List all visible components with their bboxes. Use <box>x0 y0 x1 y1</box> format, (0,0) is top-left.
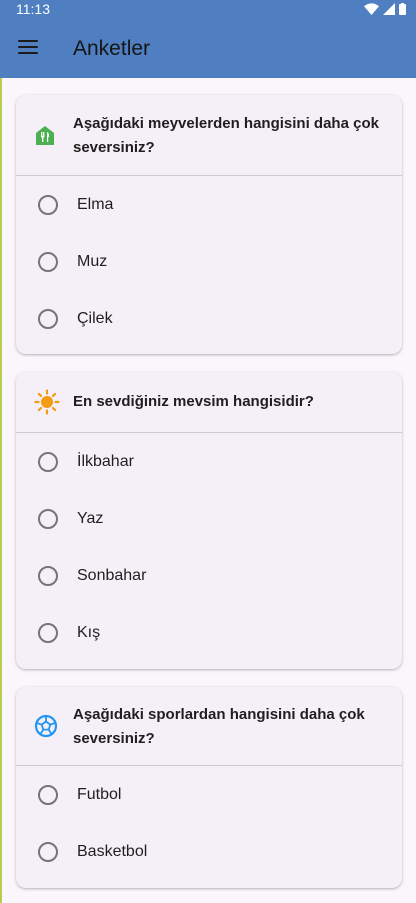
poll-option[interactable]: Elma <box>16 176 402 233</box>
poll-card-fruits: Aşağıdaki meyvelerden hangisini daha çok… <box>16 95 402 354</box>
poll-option[interactable]: Basketbol <box>16 823 402 880</box>
radio-button[interactable] <box>38 508 58 529</box>
option-label: Kış <box>77 623 101 641</box>
sun-icon <box>34 389 60 415</box>
poll-question: En sevdiğiniz mevsim hangisidir? <box>73 393 314 410</box>
radio-button[interactable] <box>38 251 58 272</box>
restaurant-icon <box>36 126 54 145</box>
option-label: Çilek <box>77 309 113 327</box>
poll-option[interactable]: Çilek <box>16 290 402 347</box>
soccer-ball-icon <box>34 714 58 738</box>
option-label: Basketbol <box>77 842 148 860</box>
menu-icon[interactable] <box>18 40 38 56</box>
status-time: 11:13 <box>16 1 50 17</box>
poll-option[interactable]: Muz <box>16 233 402 290</box>
signal-icon <box>383 3 395 15</box>
radio-button[interactable] <box>38 308 58 329</box>
poll-option[interactable]: Kış <box>16 604 402 661</box>
radio-button[interactable] <box>38 841 58 862</box>
left-edge-accent <box>0 0 2 903</box>
poll-header: En sevdiğiniz mevsim hangisidir? <box>16 372 402 433</box>
radio-button[interactable] <box>38 784 58 805</box>
poll-header: Aşağıdaki meyvelerden hangisini daha çok… <box>16 95 402 176</box>
app-bar: Anketler <box>0 20 416 78</box>
radio-button[interactable] <box>38 622 58 643</box>
poll-header: Aşağıdaki sporlardan hangisini daha çok … <box>16 687 402 766</box>
poll-question: Aşağıdaki meyvelerden hangisini daha çok… <box>73 115 379 156</box>
wifi-icon <box>364 3 379 15</box>
poll-card-seasons: En sevdiğiniz mevsim hangisidir? İlkbaha… <box>16 372 402 669</box>
radio-button[interactable] <box>38 565 58 586</box>
status-bar: 11:13 <box>0 0 416 20</box>
poll-card-sports: Aşağıdaki sporlardan hangisini daha çok … <box>16 687 402 888</box>
option-label: Muz <box>77 252 108 270</box>
poll-option[interactable]: Yaz <box>16 490 402 547</box>
option-label: İlkbahar <box>77 452 134 470</box>
poll-option[interactable]: Futbol <box>16 766 402 823</box>
page-title: Anketler <box>73 37 151 60</box>
option-label: Futbol <box>77 785 122 803</box>
poll-option[interactable]: Sonbahar <box>16 547 402 604</box>
status-icons <box>364 3 406 15</box>
radio-button[interactable] <box>38 194 58 215</box>
option-label: Sonbahar <box>77 566 147 584</box>
poll-question: Aşağıdaki sporlardan hangisini daha çok … <box>73 706 365 747</box>
poll-option[interactable]: İlkbahar <box>16 433 402 490</box>
radio-button[interactable] <box>38 451 58 472</box>
battery-icon <box>399 3 406 15</box>
option-label: Yaz <box>77 509 104 527</box>
option-label: Elma <box>77 195 114 213</box>
